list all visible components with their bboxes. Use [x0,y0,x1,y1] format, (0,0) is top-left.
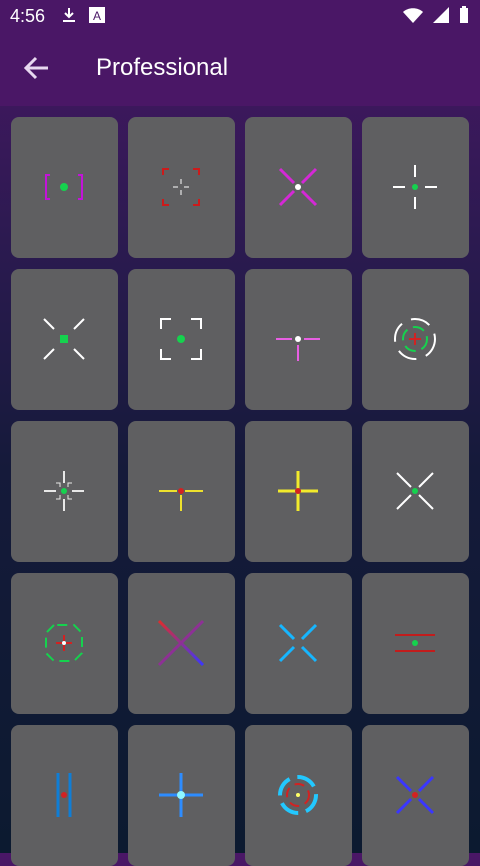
svg-text:A: A [93,9,101,23]
crosshair-tile-15[interactable] [245,573,352,714]
download-icon [60,6,78,29]
a-badge-icon: A [88,6,106,29]
crosshair-tile-14[interactable] [128,573,235,714]
crosshair-18-icon [159,773,203,817]
crosshair-tile-05[interactable] [11,269,118,410]
crosshair-tile-12[interactable] [362,421,469,562]
crosshair-tile-11[interactable] [245,421,352,562]
crosshair-02-icon [162,168,200,206]
status-left-icons: A [60,6,106,29]
crosshair-tile-03[interactable] [245,117,352,258]
crosshair-tile-17[interactable] [11,725,118,866]
crosshair-03-icon [278,167,318,207]
crosshair-20-icon [395,775,435,815]
crosshair-19-icon [278,775,318,815]
wifi-icon [402,6,424,29]
crosshair-15-icon [278,623,318,663]
crosshair-06-icon [160,318,202,360]
crosshair-10-icon [159,488,203,511]
back-button[interactable] [18,50,54,86]
crosshair-tile-02[interactable] [128,117,235,258]
page-title: Professional [96,54,229,81]
arrow-left-icon [23,56,48,80]
crosshair-tile-01[interactable] [11,117,118,258]
status-right-icons [402,6,470,29]
crosshair-tile-10[interactable] [128,421,235,562]
crosshair-04-icon [393,165,437,209]
crosshair-tile-19[interactable] [245,725,352,866]
battery-icon [458,6,470,29]
crosshair-tile-20[interactable] [362,725,469,866]
crosshair-11-icon [278,471,318,511]
crosshair-08-icon [394,318,436,360]
crosshair-tile-04[interactable] [362,117,469,258]
crosshair-16-icon [395,634,435,652]
crosshair-01-icon [45,174,83,200]
app-bar: Professional [0,32,480,106]
status-bar: 4:56 A [0,0,480,32]
crosshair-tile-08[interactable] [362,269,469,410]
crosshair-tile-18[interactable] [128,725,235,866]
crosshair-tile-07[interactable] [245,269,352,410]
crosshair-09-icon [44,471,84,511]
crosshair-07-icon [276,336,320,361]
signal-icon [432,6,450,29]
crosshair-17-icon [56,773,72,817]
crosshair-grid [11,117,469,866]
status-time: 4:56 [10,6,46,26]
crosshair-tile-16[interactable] [362,573,469,714]
crosshair-tile-09[interactable] [11,421,118,562]
crosshair-05-icon [43,318,85,360]
crosshair-14-icon [157,619,205,667]
crosshair-12-icon [396,472,434,510]
crosshair-tile-06[interactable] [128,269,235,410]
crosshair-tile-13[interactable] [11,573,118,714]
crosshair-13-icon [45,624,83,662]
